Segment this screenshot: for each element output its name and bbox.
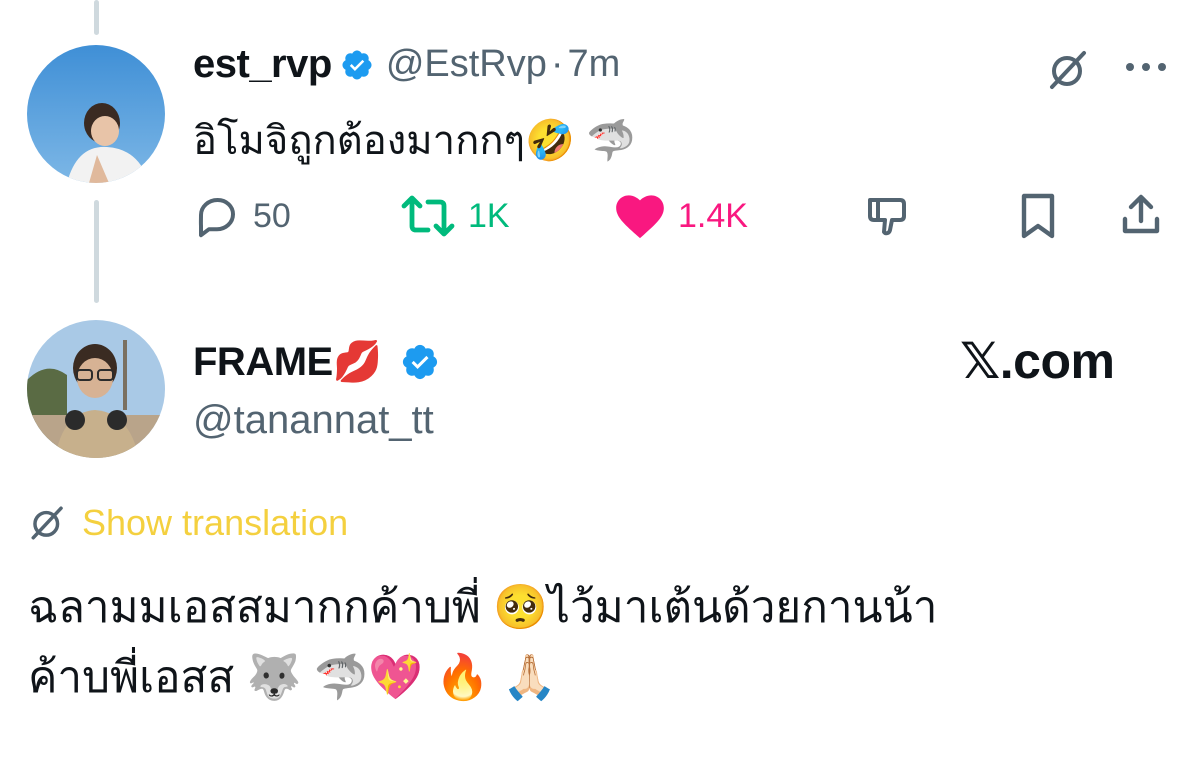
reply-button[interactable]: 50 [193,192,291,240]
timestamp[interactable]: 7m [568,43,621,86]
separator: · [550,43,564,85]
tweet-text-line-2: ค้าบพี่เอสส 🐺 🦈💖 🔥 🙏🏻 [28,653,558,702]
grok-icon[interactable] [1043,44,1095,96]
show-translation-link[interactable]: Show translation [28,502,348,544]
display-name[interactable]: FRAME💋 [193,338,383,385]
handle[interactable]: @EstRvp [386,43,547,86]
like-button[interactable]: 1.4K [614,192,748,240]
verified-badge-icon [340,48,374,82]
avatar[interactable] [27,45,165,183]
display-name[interactable]: est_rvp [193,42,332,87]
grok-icon [28,503,68,543]
tweet-text: อิโมจิถูกต้องมากกๆ🤣 🦈 [193,119,636,163]
tweet-text-line-1: ฉลามมเอสสมากกค้าบพี่ 🥺ไว้มาเต้นด้วยกานน้… [28,583,938,632]
reply-tweet[interactable]: FRAME💋 @tanannat_tt 𝕏.com Show translati… [0,310,1200,730]
retweet-icon [400,192,456,240]
avatar[interactable] [27,320,165,458]
heart-icon [614,192,666,240]
verified-badge-icon [400,342,440,382]
x-com-watermark: 𝕏.com [960,333,1115,389]
bookmark-button[interactable] [1012,190,1064,242]
dislike-button[interactable] [858,190,914,242]
reply-count: 50 [253,196,291,235]
retweet-count: 1K [468,196,510,235]
reply-icon [193,192,241,240]
handle[interactable]: @tanannat_tt [193,398,434,443]
parent-tweet[interactable]: est_rvp @EstRvp · 7m อิโมจิถูกต้องมากกๆ🤣… [0,0,1200,260]
more-icon[interactable] [1118,52,1174,82]
share-button[interactable] [1114,188,1168,242]
retweet-button[interactable]: 1K [400,192,510,240]
show-translation-label: Show translation [82,502,349,543]
like-count: 1.4K [678,196,748,235]
